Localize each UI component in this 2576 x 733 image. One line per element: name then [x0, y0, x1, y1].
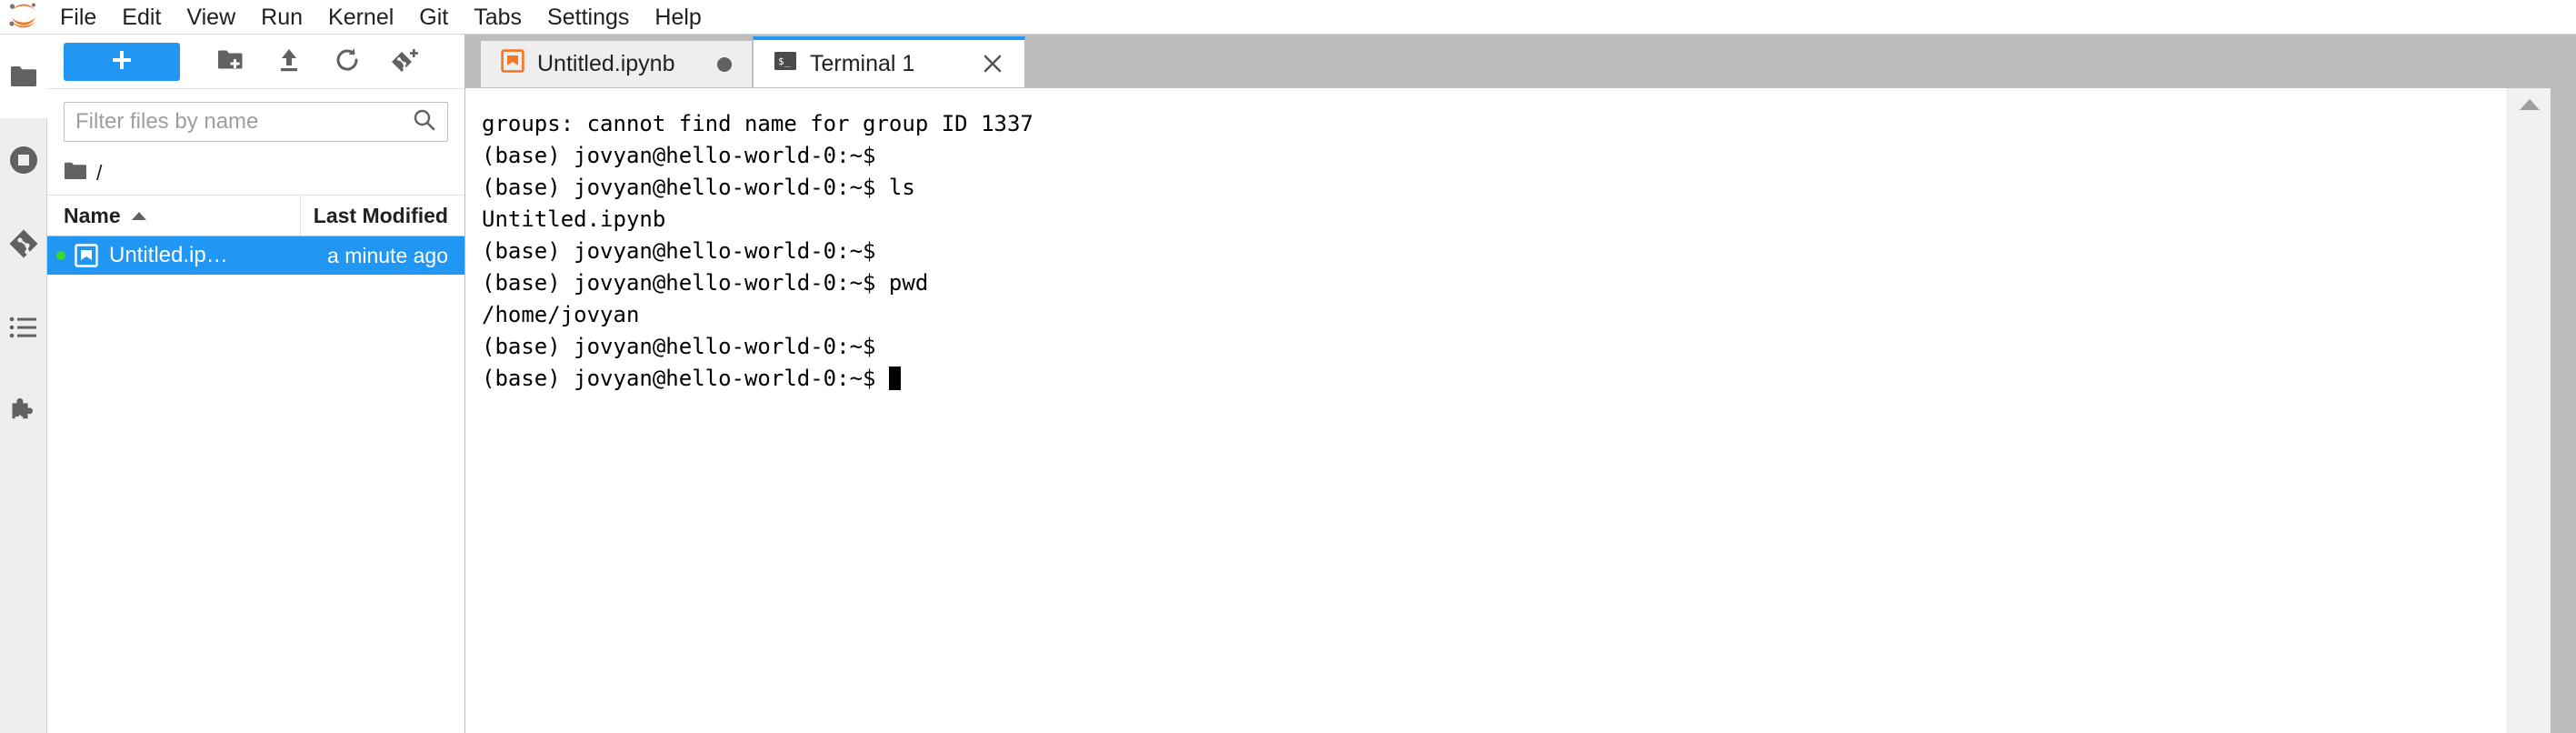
sidebar-item-extension-manager[interactable]	[0, 369, 46, 453]
sidebar-item-table-of-contents[interactable]	[0, 286, 46, 369]
tab-untitled-ipynb[interactable]: Untitled.ipynb	[480, 40, 753, 87]
jupyter-logo-icon	[0, 0, 47, 35]
menu-item-run[interactable]: Run	[248, 0, 315, 35]
terminal-line: /home/jovyan	[482, 302, 640, 327]
sort-ascending-icon	[131, 211, 146, 220]
column-header-last-modified[interactable]: Last Modified	[301, 204, 464, 228]
file-filter-section	[47, 89, 464, 151]
notebook-icon	[501, 49, 524, 79]
terminal-scrollbar[interactable]	[2507, 88, 2551, 733]
refresh-file-list-button[interactable]	[318, 42, 376, 82]
main-body: / Name Last Modified	[0, 35, 2576, 733]
sidebar-item-git[interactable]	[0, 202, 46, 286]
new-launcher-button[interactable]	[64, 42, 180, 81]
puzzle-piece-icon	[9, 397, 38, 426]
tab-terminal-1[interactable]: $_ Terminal 1	[753, 36, 1025, 87]
breadcrumb[interactable]: /	[47, 151, 464, 195]
main-dock-area: Untitled.ipynb $_ Terminal 1 groups: can…	[465, 35, 2551, 733]
terminal-line: (base) jovyan@hello-world-0:~$ pwd	[482, 270, 929, 296]
new-folder-icon	[217, 48, 245, 75]
svg-text:$_: $_	[778, 55, 791, 67]
terminal-line: (base) jovyan@hello-world-0:~$	[482, 334, 876, 359]
file-list: Untitled.ip… a minute ago	[47, 236, 464, 733]
upload-icon	[276, 47, 302, 75]
menu-item-tabs[interactable]: Tabs	[461, 0, 534, 35]
refresh-icon	[334, 47, 360, 75]
terminal-line: Untitled.ipynb	[482, 206, 666, 232]
plus-icon	[110, 48, 134, 75]
menu-items: File Edit View Run Kernel Git Tabs Setti…	[47, 0, 714, 34]
right-edge-strip	[2551, 35, 2576, 733]
column-header-name-label: Name	[64, 204, 121, 227]
terminal-line: (base) jovyan@hello-world-0:~$ ls	[482, 175, 915, 200]
jupyterlab-window: File Edit View Run Kernel Git Tabs Setti…	[0, 0, 2576, 733]
table-row[interactable]: Untitled.ip… a minute ago	[47, 236, 464, 275]
stop-circle-icon	[8, 145, 39, 176]
menu-item-help[interactable]: Help	[642, 0, 714, 35]
caret-up-icon[interactable]	[2519, 99, 2540, 110]
file-last-modified: a minute ago	[327, 243, 448, 267]
git-icon	[9, 229, 38, 258]
file-browser-toolbar	[47, 35, 464, 89]
file-name: Untitled.ip…	[109, 243, 228, 267]
activity-bar	[0, 35, 47, 733]
tab-label: Terminal 1	[810, 50, 915, 76]
search-input[interactable]	[75, 109, 413, 135]
file-filter-box[interactable]	[64, 102, 448, 142]
menu-item-edit[interactable]: Edit	[109, 0, 174, 35]
file-browser-panel: / Name Last Modified	[47, 35, 465, 733]
sidebar-item-file-browser[interactable]	[0, 35, 47, 118]
tab-unsaved-indicator[interactable]	[717, 56, 732, 72]
menu-item-view[interactable]: View	[174, 0, 248, 35]
menu-item-kernel[interactable]: Kernel	[315, 0, 406, 35]
terminal-icon: $_	[774, 49, 797, 79]
menu-item-file[interactable]: File	[47, 0, 109, 35]
notebook-icon	[75, 244, 98, 267]
tab-bar: Untitled.ipynb $_ Terminal 1	[465, 35, 2551, 87]
upload-files-button[interactable]	[260, 42, 318, 82]
tab-label: Untitled.ipynb	[537, 51, 675, 76]
menu-item-git[interactable]: Git	[406, 0, 461, 35]
git-clone-icon	[392, 47, 419, 75]
new-git-repository-button[interactable]	[376, 42, 434, 82]
tab-bar-empty-space	[1025, 35, 2551, 87]
menu-item-settings[interactable]: Settings	[534, 0, 642, 35]
terminal-line: (base) jovyan@hello-world-0:~$	[482, 238, 876, 264]
file-list-header: Name Last Modified	[47, 195, 464, 236]
terminal-line: (base) jovyan@hello-world-0:~$	[482, 143, 876, 168]
menu-bar: File Edit View Run Kernel Git Tabs Setti…	[0, 0, 2576, 35]
breadcrumb-path[interactable]: /	[96, 161, 102, 186]
terminal-panel[interactable]: groups: cannot find name for group ID 13…	[465, 87, 2551, 733]
terminal-prompt-text: (base) jovyan@hello-world-0:~$	[482, 366, 889, 391]
search-icon[interactable]	[413, 108, 436, 136]
terminal-cursor	[888, 366, 901, 390]
new-folder-button[interactable]	[202, 42, 260, 82]
close-icon[interactable]	[981, 52, 1004, 75]
folder-icon	[10, 65, 37, 88]
terminal-output[interactable]: groups: cannot find name for group ID 13…	[465, 88, 2507, 733]
column-header-name[interactable]: Name	[64, 196, 301, 236]
folder-icon[interactable]	[64, 161, 87, 186]
terminal-line: groups: cannot find name for group ID 13…	[482, 111, 1033, 136]
terminal-prompt-line: (base) jovyan@hello-world-0:~$	[482, 363, 2507, 395]
running-indicator-dot	[56, 251, 65, 260]
sidebar-item-running-sessions[interactable]	[0, 118, 46, 202]
list-icon	[9, 316, 38, 339]
